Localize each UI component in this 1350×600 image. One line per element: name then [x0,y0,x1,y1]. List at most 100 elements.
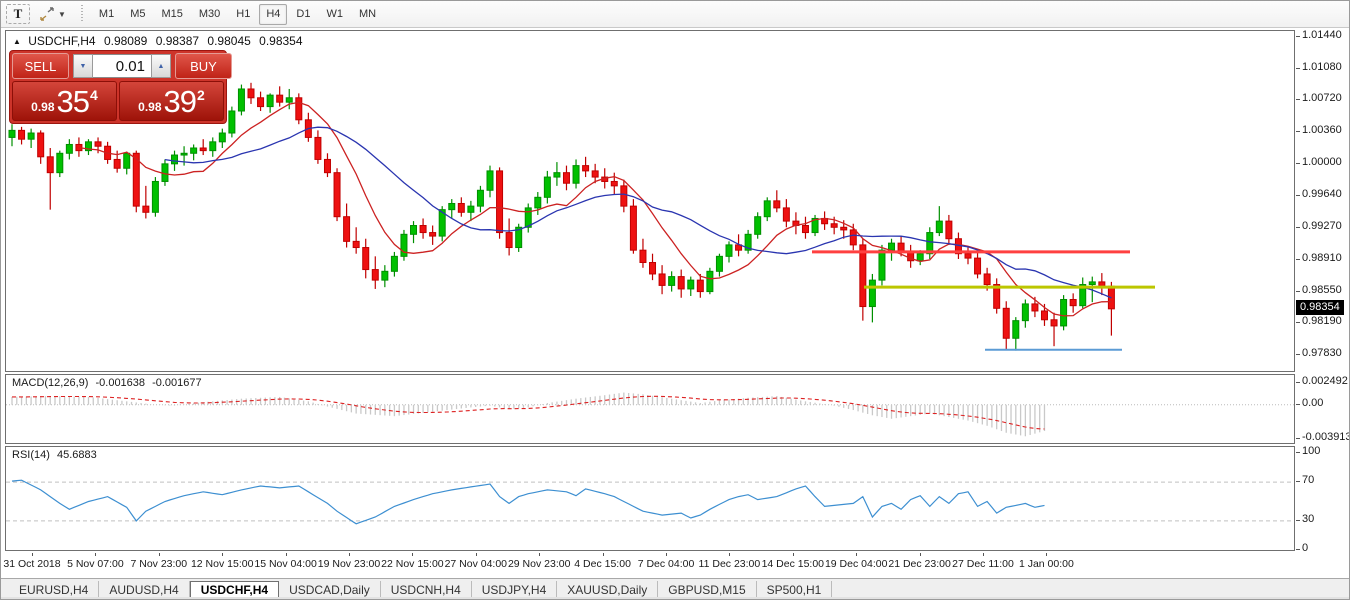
date-label: 11 Dec 23:00 [698,558,761,570]
timeframe-button-M1[interactable]: M1 [92,4,121,25]
price-axis[interactable]: 1.01440 1.01080 1.00720 1.00360 1.00000 0.996… [1296,29,1349,372]
date-tick [792,553,794,556]
date-tick [412,553,414,556]
buy-price-main: 39 [163,84,197,119]
date-label: 1 Jan 00:00 [1018,558,1074,570]
timeframe-button-M5[interactable]: M5 [123,4,152,25]
macd-value-1: -0.001638 [95,377,146,389]
price-axis-label: 1.00360 [1296,124,1342,137]
close-value: 0.98354 [259,34,303,48]
date-label: 7 Nov 23:00 [130,558,188,570]
lot-increase-button[interactable]: ▲ [151,54,171,78]
macd-indicator-pane[interactable]: MACD(12,26,9) -0.001638 -0.001677 [5,374,1295,444]
price-axis-label: 0.97830 [1296,347,1342,359]
timeframe-button-H1[interactable]: H1 [229,4,257,25]
timeframe-button-M15[interactable]: M15 [154,4,189,25]
macd-label-row: MACD(12,26,9) -0.001638 -0.001677 [12,377,206,389]
lot-size-control: ▼ ▲ [71,53,173,79]
chevron-down-icon: ▼ [58,9,66,19]
lot-size-input[interactable] [93,54,151,78]
date-label: 5 Nov 07:00 [67,558,124,570]
rsi-indicator-pane[interactable]: RSI(14) 45.6883 [5,446,1295,551]
date-tick [666,553,667,556]
macd-axis-label: 0.00 [1295,396,1324,409]
current-price-badge: 0.98354 [1296,299,1344,315]
price-axis-label: 1.00000 [1296,155,1342,168]
price-axis-label: 1.01440 [1296,29,1342,41]
rsi-axis-label: 30 [1295,512,1315,525]
date-label: 15 Nov 04:00 [254,558,317,570]
date-tick [349,553,350,556]
date-label: 21 Dec 23:00 [888,558,951,570]
price-axis-label: 1.01080 [1296,60,1342,73]
rsi-chart[interactable] [6,447,1294,550]
sell-price-box[interactable]: 0.98 35 4 [12,81,117,121]
buy-price-box[interactable]: 0.98 39 2 [119,81,224,121]
rsi-label-row: RSI(14) 45.6883 [12,449,101,461]
rsi-axis[interactable]: 100 70 30 0 [1295,445,1349,554]
date-label: 27 Nov 04:00 [444,558,508,570]
one-click-trading-widget: SELL ▼ ▲ BUY 0.98 35 4 0.98 39 2 [9,50,232,124]
rsi-axis-label: 70 [1295,474,1315,487]
sell-price-main: 35 [56,84,90,119]
date-tick [856,553,858,556]
timeframe-button-W1[interactable]: W1 [319,4,350,25]
date-tick [285,553,287,556]
sell-price-prefix: 0.98 [31,100,55,114]
buy-price-pip: 2 [197,87,205,103]
buy-button[interactable]: BUY [175,53,232,79]
date-label: 29 Nov 23:00 [507,558,571,570]
price-axis-label: 0.99270 [1296,220,1342,233]
date-label: 31 Oct 2018 [3,558,61,570]
cursor-mode-button[interactable]: ▼ [32,4,73,25]
date-label: 4 Dec 15:00 [574,558,631,570]
date-axis[interactable]: 31 Oct 2018 5 Nov 07:00 7 Nov 23:00 12 Nov … [3,553,1295,576]
date-label: 14 Dec 15:00 [761,558,825,570]
price-axis-label: 0.98190 [1296,315,1342,328]
date-tick [919,553,921,556]
macd-axis-label: 0.002492 [1296,375,1348,387]
date-label: 27 Dec 11:00 [952,558,1014,570]
timeframe-button-H4[interactable]: H4 [259,3,288,25]
buy-price-prefix: 0.98 [138,100,162,114]
swap-arrows-icon [40,7,54,21]
timeframe-button-M30[interactable]: M30 [192,4,227,25]
price-axis-label: 0.98550 [1296,283,1342,296]
macd-axis[interactable]: 0.002492 0.00 -0.003913 [1295,374,1350,444]
date-tick [729,553,731,556]
low-value: 0.98045 [207,34,251,48]
timeframe-button-MN[interactable]: MN [352,4,383,25]
rsi-axis-label: 0 [1295,542,1309,554]
high-value: 0.98387 [155,34,200,48]
macd-label: MACD(12,26,9) [12,377,89,389]
timeframe-button-group: M1 M5 M15 M30 H1 H4 D1 W1 MN [91,3,384,25]
date-label: 7 Dec 04:00 [637,558,695,570]
date-tick [95,553,97,556]
date-tick [539,553,541,556]
price-axis-label: 0.98910 [1296,251,1342,264]
sell-button[interactable]: SELL [12,53,69,79]
text-tool-button[interactable]: T [6,4,30,24]
date-tick [983,553,984,556]
timeframe-button-D1[interactable]: D1 [289,4,317,25]
toolbar-grip[interactable] [79,5,85,23]
date-label: 19 Dec 04:00 [824,558,888,570]
top-toolbar: T ▼ M1 M5 M15 M30 H1 H4 D1 W1 MN [1,1,1349,28]
date-tick [222,553,224,556]
collapse-triangle-icon[interactable]: ▲ [13,37,21,46]
rsi-label: RSI(14) [12,449,50,461]
rsi-value: 45.6883 [56,449,97,461]
macd-axis-label: -0.003913 [1296,431,1350,443]
date-label: 19 Nov 23:00 [317,558,381,570]
rsi-axis-label: 100 [1295,445,1321,457]
macd-value-2: -0.001677 [152,377,202,389]
lot-decrease-button[interactable]: ▼ [73,54,93,78]
date-label: 12 Nov 15:00 [190,558,254,570]
date-tick [475,553,477,556]
open-value: 0.98089 [103,34,148,48]
price-axis-label: 0.99640 [1296,187,1342,200]
date-tick [602,553,604,556]
date-tick [32,553,33,556]
date-tick [158,553,160,556]
symbol-label: USDCHF,H4 [28,34,96,48]
